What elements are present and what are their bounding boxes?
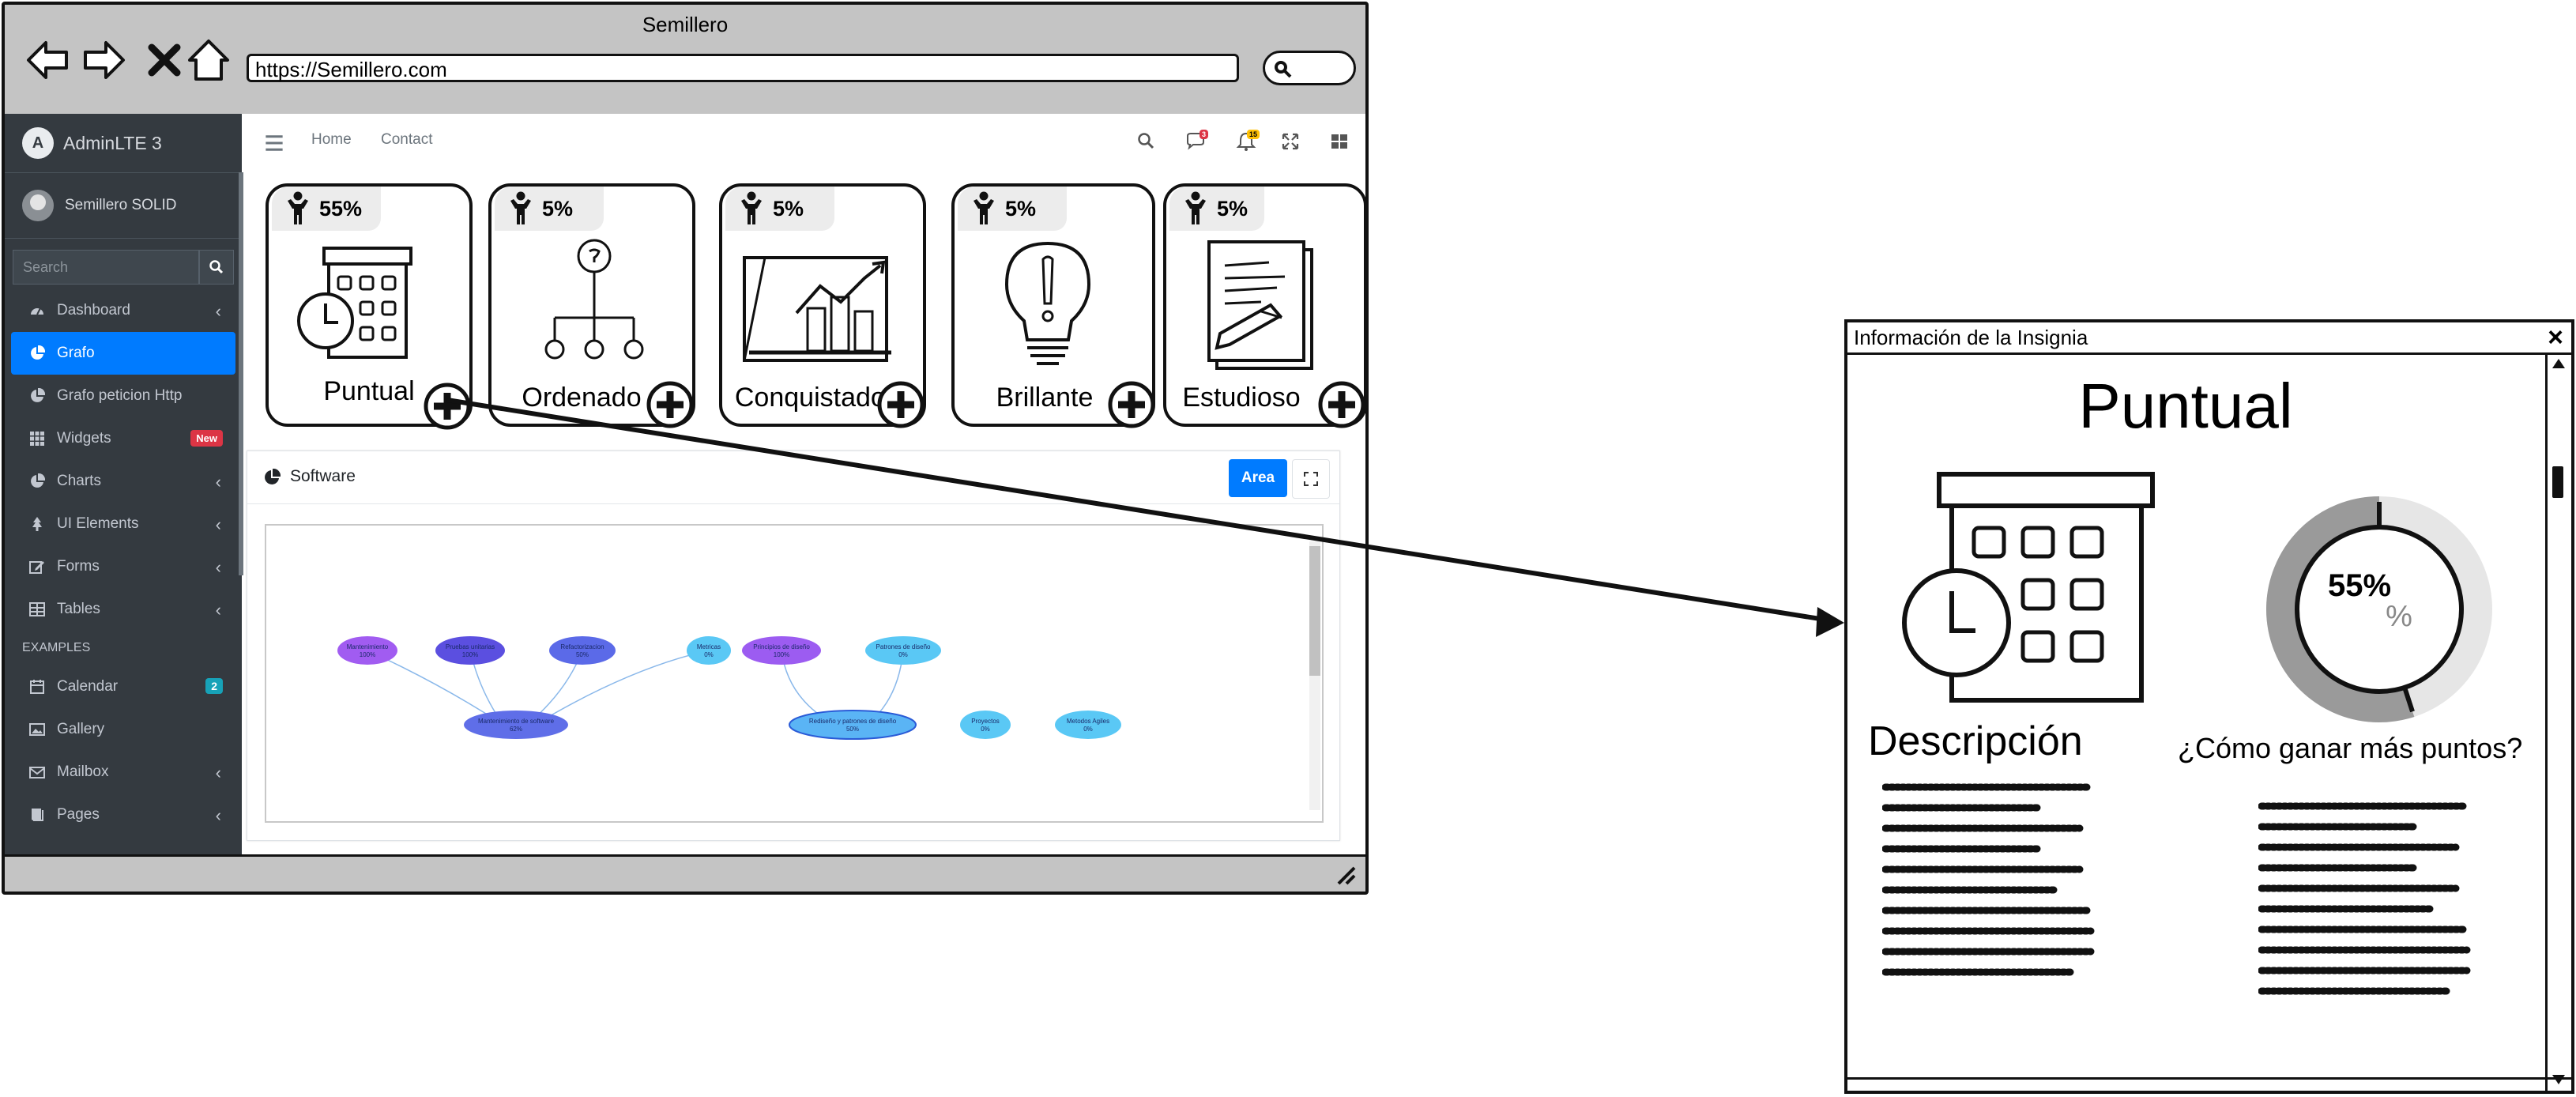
panel-scrollbar-thumb[interactable] [2552, 466, 2563, 498]
how-to-earn-text-placeholder [2258, 802, 2471, 995]
panel-bottom-bar [1847, 1077, 2571, 1091]
description-text-placeholder [1882, 783, 2095, 976]
percent-symbol: % [2386, 600, 2412, 633]
badge-info-panel: Información de la Insignia × Puntual 55%… [1844, 319, 2574, 1094]
calendar-clock-icon [1902, 472, 2155, 703]
how-to-earn-title: ¿Cómo ganar más puntos? [2178, 732, 2523, 764]
panel-percent: 55% [2328, 568, 2391, 603]
close-icon[interactable]: × [2548, 322, 2563, 352]
description-title: Descripción [1868, 718, 2083, 764]
panel-title: Información de la Insignia [1847, 322, 2571, 355]
panel-scrollbar[interactable] [2545, 352, 2571, 1091]
progress-donut: 55% % [2266, 496, 2492, 722]
panel-badge-name: Puntual [2078, 371, 2293, 441]
scroll-up-arrow-icon[interactable] [2551, 357, 2567, 370]
